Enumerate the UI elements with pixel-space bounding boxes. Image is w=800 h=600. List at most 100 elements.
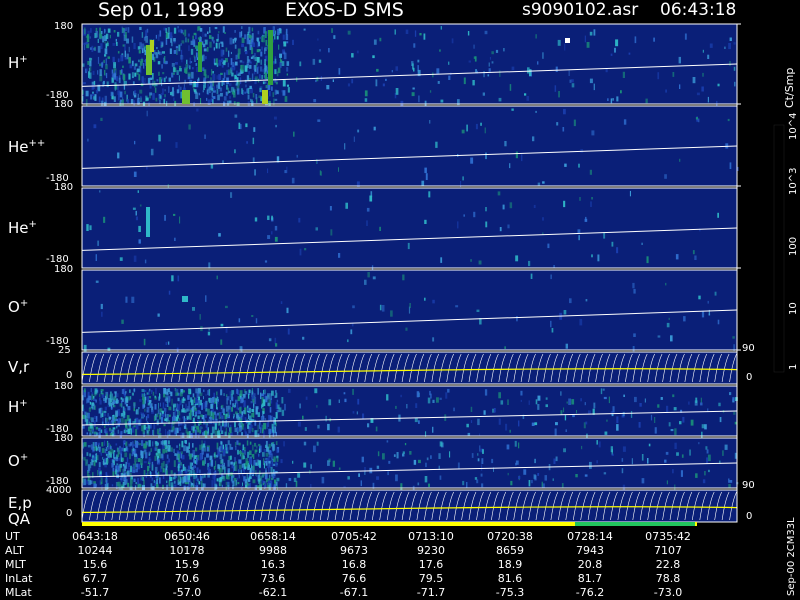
heatmap-cell bbox=[261, 75, 263, 79]
heatmap-cell bbox=[194, 398, 198, 405]
heatmap-cell bbox=[119, 403, 123, 407]
heatmap-cell bbox=[129, 389, 131, 393]
heatmap-cell bbox=[326, 85, 330, 90]
heatmap-cell bbox=[206, 47, 209, 52]
heatmap-cell bbox=[518, 442, 520, 449]
heatmap-cell bbox=[92, 96, 96, 100]
heatmap-cell bbox=[313, 445, 316, 453]
heatmap-cell bbox=[182, 390, 185, 393]
heatmap-cell bbox=[155, 97, 158, 102]
heatmap-cell bbox=[672, 394, 675, 398]
heatmap-cell bbox=[152, 441, 154, 447]
heatmap-cell bbox=[598, 441, 601, 448]
heatmap-cell bbox=[105, 453, 108, 456]
heatmap-cell bbox=[158, 402, 159, 409]
heatmap-cell bbox=[83, 408, 85, 413]
heatmap-cell bbox=[106, 81, 109, 88]
heatmap-cell bbox=[428, 483, 430, 487]
heatmap-cell bbox=[164, 94, 166, 98]
heatmap-cell bbox=[241, 88, 243, 95]
heatmap-cell bbox=[103, 410, 107, 413]
heatmap-cell bbox=[242, 482, 243, 486]
footer-cell: 16.3 bbox=[260, 558, 286, 571]
heatmap-cell bbox=[498, 418, 501, 425]
heatmap-cell bbox=[352, 305, 355, 309]
heatmap-cell bbox=[495, 49, 499, 53]
heatmap-cell bbox=[366, 207, 370, 212]
heatmap-cell bbox=[551, 328, 554, 333]
heatmap-cell bbox=[660, 397, 663, 400]
heatmap-cell bbox=[345, 202, 348, 209]
heatmap-cell bbox=[597, 254, 600, 262]
heatmap-cell bbox=[141, 389, 145, 393]
heatmap-cell bbox=[504, 346, 506, 349]
heatmap-cell bbox=[530, 273, 533, 279]
heatmap-cell bbox=[220, 49, 224, 57]
heatmap-cell bbox=[116, 481, 119, 487]
heatmap-cell bbox=[621, 458, 624, 462]
heatmap-cell bbox=[683, 316, 686, 322]
heatmap-cell bbox=[555, 66, 558, 72]
heatmap-cell bbox=[119, 463, 123, 468]
heatmap-cell bbox=[176, 70, 179, 75]
heatmap-cell bbox=[234, 427, 238, 433]
heatmap-cell bbox=[197, 415, 200, 420]
heatmap-cell bbox=[243, 410, 246, 414]
heatmap-cell bbox=[143, 479, 145, 485]
heatmap-cell bbox=[396, 452, 399, 459]
heatmap-cell bbox=[274, 337, 277, 344]
heatmap-cell bbox=[276, 399, 279, 403]
heatmap-cell bbox=[564, 163, 567, 167]
heatmap-cell bbox=[239, 407, 242, 414]
heatmap-cell bbox=[264, 461, 267, 464]
heatmap-cell bbox=[191, 483, 194, 486]
heatmap-cell bbox=[424, 219, 427, 224]
heatmap-cell bbox=[162, 448, 165, 454]
heatmap-cell bbox=[198, 396, 200, 401]
heatmap-cell bbox=[491, 51, 494, 55]
heatmap-cell bbox=[221, 415, 224, 420]
heatmap-cell bbox=[319, 49, 321, 52]
heatmap-cell bbox=[183, 409, 187, 413]
heatmap-cell bbox=[707, 454, 711, 462]
heatmap-cell bbox=[205, 39, 208, 45]
heatmap-cell bbox=[95, 280, 99, 283]
heatmap-cell bbox=[236, 402, 239, 410]
heatmap-cell bbox=[82, 442, 84, 449]
heatmap-cell bbox=[135, 468, 138, 473]
heatmap-cell bbox=[237, 428, 239, 432]
heatmap-cell bbox=[162, 51, 165, 54]
heatmap-cell bbox=[405, 29, 409, 34]
heatmap-cell bbox=[317, 119, 321, 122]
heatmap-cell bbox=[124, 57, 127, 60]
heatmap-cell bbox=[91, 406, 93, 409]
heatmap-cell bbox=[400, 100, 404, 106]
heatmap-cell bbox=[269, 407, 272, 413]
heatmap-cell bbox=[252, 465, 255, 471]
heatmap-cell bbox=[481, 464, 483, 471]
heatmap-cell bbox=[704, 471, 706, 476]
heatmap-cell bbox=[125, 477, 127, 484]
heatmap-cell bbox=[217, 412, 219, 416]
heatmap-cell bbox=[105, 480, 108, 486]
heatmap-cell bbox=[556, 122, 559, 126]
heatmap-cell bbox=[127, 406, 131, 411]
footer-cell: -73.0 bbox=[653, 586, 683, 599]
heatmap-cell bbox=[666, 480, 668, 485]
heatmap-cell bbox=[281, 61, 285, 66]
heatmap-cell bbox=[95, 89, 99, 94]
heatmap-cell bbox=[164, 407, 167, 412]
heatmap-cell bbox=[461, 129, 465, 134]
heatmap-cell bbox=[638, 422, 641, 428]
heatmap-cell bbox=[234, 37, 237, 43]
heatmap-cell bbox=[282, 80, 286, 87]
heatmap-cell bbox=[198, 481, 201, 485]
heatmap-cell bbox=[302, 336, 305, 340]
heatmap-cell bbox=[312, 58, 316, 65]
heatmap-cell bbox=[364, 279, 367, 285]
heatmap-cell bbox=[97, 56, 100, 64]
heatmap-cell bbox=[204, 33, 207, 37]
heatmap-cell bbox=[95, 452, 98, 458]
heatmap-cell bbox=[100, 303, 103, 310]
heatmap-cell bbox=[119, 447, 123, 454]
